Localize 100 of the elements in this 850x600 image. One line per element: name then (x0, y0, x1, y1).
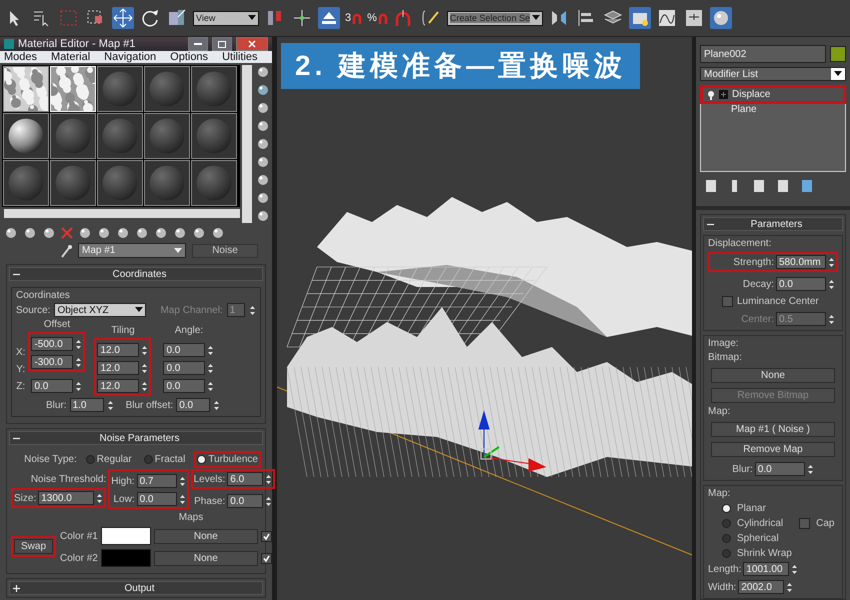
eyedropper-icon[interactable] (60, 244, 72, 258)
sphere-swatch[interactable] (97, 113, 143, 159)
number-field[interactable]: 2002.0 (738, 580, 784, 594)
spinner-icon[interactable] (213, 400, 220, 410)
number-field[interactable]: 1300.0 (38, 491, 94, 505)
rollout-header[interactable]: Parameters (703, 217, 843, 231)
remove-map-button[interactable]: Remove Map (711, 442, 835, 457)
color-swatch[interactable] (100, 549, 151, 567)
sphere-swatch[interactable] (97, 66, 143, 112)
radio-button[interactable] (722, 519, 731, 528)
number-field[interactable]: 0.0 (776, 277, 826, 291)
map-button[interactable]: None (154, 550, 258, 566)
number-field[interactable]: 580.0mm (776, 255, 826, 269)
color-swatch[interactable] (100, 527, 151, 545)
object-color-swatch[interactable] (830, 46, 846, 62)
rollout-header[interactable]: Coordinates (9, 267, 263, 281)
sphere-swatch[interactable] (144, 113, 190, 159)
menu-item[interactable]: Modes (4, 51, 38, 63)
expand-box-icon[interactable] (719, 90, 728, 100)
selection-set-dropdown[interactable]: Create Selection Se (446, 10, 543, 26)
expand-icon[interactable] (13, 584, 20, 592)
rollout-header[interactable]: Noise Parameters (9, 431, 263, 445)
vertical-scrollbar[interactable] (242, 65, 252, 223)
backlight-icon[interactable] (256, 83, 270, 97)
map-type-button[interactable]: Noise (192, 244, 258, 258)
number-field[interactable]: 12.0 (97, 379, 140, 393)
source-dropdown[interactable]: Object XYZ (54, 303, 146, 317)
number-field[interactable]: 1001.00 (743, 562, 790, 576)
menu-item[interactable]: Navigation (104, 51, 156, 63)
minimize-icon[interactable] (194, 42, 202, 46)
number-field[interactable]: 0.0 (227, 494, 264, 508)
maximize-button[interactable] (212, 37, 232, 51)
menu-item[interactable]: Material (51, 51, 90, 63)
sphere-swatch[interactable] (191, 160, 237, 206)
rollout-header[interactable]: Output (9, 581, 263, 595)
spinner-icon[interactable] (106, 400, 114, 410)
dropdown-arrow-icon[interactable] (834, 71, 842, 78)
checkbox[interactable] (799, 518, 810, 529)
number-field[interactable]: 0.0 (163, 343, 206, 357)
move-icon[interactable] (112, 7, 134, 29)
number-field[interactable]: -300.0 (31, 355, 74, 369)
crosshair-icon[interactable] (291, 7, 313, 29)
sphere-swatch[interactable] (50, 160, 96, 206)
number-field[interactable]: 0.0 (136, 492, 177, 506)
number-field[interactable]: 0.0 (163, 379, 206, 393)
spinner-icon[interactable] (248, 304, 256, 316)
checkbox[interactable] (722, 296, 733, 307)
sphere-swatch[interactable] (3, 160, 49, 206)
map-name-field[interactable]: Map #1 (78, 243, 186, 258)
maximize-icon[interactable] (218, 40, 226, 48)
menu-item[interactable]: Options (170, 51, 208, 63)
sample-sphere-icon[interactable] (256, 65, 270, 79)
noise-texture-swatch[interactable] (3, 66, 49, 112)
map-button[interactable]: Map #1 ( Noise ) (711, 422, 835, 437)
material-editor-icon[interactable] (710, 7, 732, 29)
spinner-icon[interactable] (828, 314, 835, 324)
radio-button[interactable] (197, 455, 206, 464)
menu-item[interactable]: Utilities (222, 51, 258, 63)
snap-toggle[interactable]: 3 (345, 12, 362, 24)
scene-explorer-icon[interactable] (628, 7, 651, 29)
number-field[interactable]: 0.0 (31, 379, 74, 393)
radio-button[interactable] (722, 504, 731, 513)
radio-button[interactable] (144, 455, 153, 464)
dropdown-arrow-icon[interactable] (532, 15, 540, 21)
minimize-button[interactable] (188, 37, 208, 51)
stack-item[interactable]: Displace (703, 88, 843, 102)
reference-coordinate-dropdown[interactable]: View (193, 10, 259, 26)
object-name-field[interactable]: Plane002 (700, 45, 826, 63)
sphere-swatch[interactable] (144, 66, 190, 112)
number-field[interactable]: 0.7 (136, 474, 177, 488)
number-field[interactable]: 1.0 (70, 398, 104, 412)
sphere-swatch[interactable] (144, 160, 190, 206)
snap-toggle[interactable]: % (367, 12, 388, 24)
map-button[interactable]: None (154, 528, 258, 544)
checkbox[interactable] (260, 552, 272, 564)
number-field[interactable]: 0.0 (754, 462, 805, 476)
number-field[interactable]: 6.0 (227, 472, 264, 486)
sphere-swatch[interactable] (50, 113, 96, 159)
sphere-swatch[interactable] (191, 66, 237, 112)
sphere-swatch[interactable] (97, 160, 143, 206)
number-field[interactable]: 12.0 (97, 361, 140, 375)
number-field[interactable]: 0.0 (163, 361, 206, 375)
swap-button[interactable]: Swap (14, 538, 54, 554)
spinner-icon[interactable] (828, 256, 835, 268)
sphere-swatch[interactable] (3, 113, 49, 159)
spinner-icon[interactable] (828, 278, 835, 290)
horizontal-scrollbar[interactable] (4, 209, 240, 218)
radio-button[interactable] (722, 534, 731, 543)
checkbox[interactable] (260, 530, 272, 542)
number-field[interactable]: 12.0 (97, 343, 140, 357)
none-button[interactable]: None (711, 368, 835, 383)
dropdown-arrow-icon[interactable] (248, 15, 256, 21)
radio-button[interactable] (86, 455, 95, 464)
close-icon[interactable] (248, 40, 256, 48)
dropdown-arrow-icon[interactable] (135, 307, 144, 313)
lightbulb-icon[interactable] (707, 90, 715, 100)
sphere-swatch[interactable] (191, 113, 237, 159)
number-field[interactable]: 0.0 (176, 398, 210, 412)
modifier-list-dropdown[interactable]: Modifier List (700, 67, 846, 82)
number-field[interactable]: -500.0 (31, 337, 74, 351)
